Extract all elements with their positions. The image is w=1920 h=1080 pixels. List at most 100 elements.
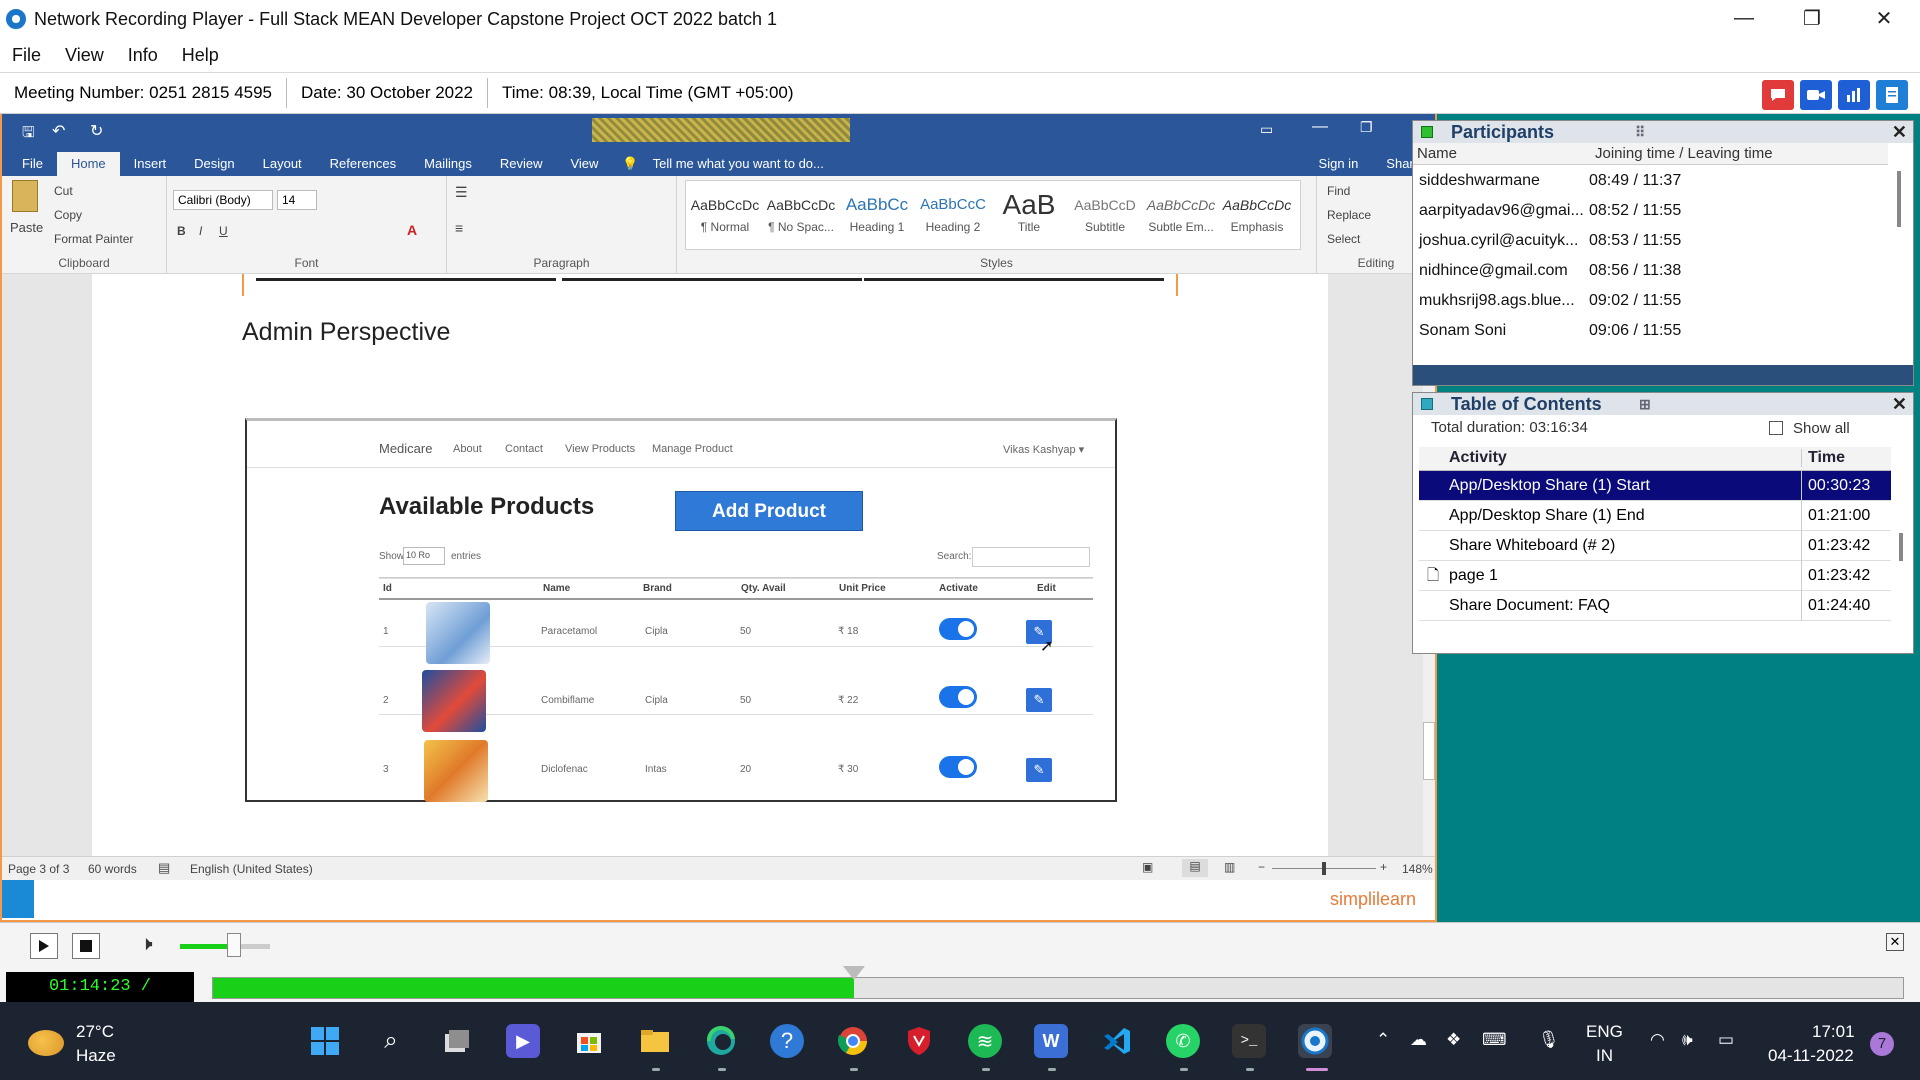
page-count[interactable]: Page 3 of 3 [8,862,69,876]
style-no-spacing[interactable]: AaBbCcDc ¶ No Spac... [763,190,839,248]
tell-me-box[interactable]: Tell me what you want to do... [653,152,838,176]
zoom-level[interactable]: 148% [1402,862,1433,876]
list-item[interactable]: nidhince@gmail.com 08:56 / 11:38 [1419,256,1681,286]
help-icon[interactable]: ? [770,1024,804,1058]
web-layout-icon[interactable]: ▥ [1224,860,1235,874]
word-tab-mailings[interactable]: Mailings [410,152,486,176]
recording-player-icon[interactable] [1298,1024,1332,1058]
play-button[interactable] [30,933,58,959]
zoom-out-icon[interactable]: − [1258,860,1265,874]
clock-time[interactable]: 17:01 [1812,1022,1855,1042]
whatsapp-icon[interactable]: ✆ [1166,1024,1200,1058]
spotify-icon[interactable]: ≋ [968,1024,1002,1058]
bold-button[interactable]: B [177,224,186,238]
language-bottom[interactable]: IN [1596,1046,1613,1066]
show-all-checkbox[interactable] [1769,421,1783,435]
word-count[interactable]: 60 words [88,862,137,876]
list-item[interactable]: aarpityadav96@gmai... 08:52 / 11:55 [1419,196,1681,226]
word-tab-view[interactable]: View [556,152,612,176]
paste-button[interactable]: Paste [10,220,43,235]
style-heading-1[interactable]: AaBbCc Heading 1 [839,190,915,248]
terminal-icon[interactable]: >_ [1232,1024,1266,1058]
word-tab-file[interactable]: File [8,152,57,176]
paste-icon[interactable] [12,180,38,212]
style-subtle-emphasis[interactable]: AaBbCcDc Subtle Em... [1143,190,1219,248]
participants-col-name[interactable]: Name [1417,145,1457,162]
word-tab-layout[interactable]: Layout [249,152,316,176]
toc-options-icon[interactable]: ⊞ [1639,393,1651,415]
weather-icon[interactable] [28,1030,64,1056]
battery-icon[interactable]: ▭ [1718,1030,1734,1050]
doc-scroll-thumb[interactable] [1423,722,1435,780]
search-icon[interactable]: ⌕ [374,1024,408,1058]
volume-slider[interactable] [180,944,270,949]
list-item[interactable]: mukhsrij98.ags.blue... 09:02 / 11:55 [1419,286,1681,316]
store-icon[interactable] [572,1024,606,1058]
show-all-label[interactable]: Show all [1793,420,1850,437]
sign-in-link[interactable]: Sign in [1305,152,1373,176]
print-layout-icon[interactable]: ▤ [1182,859,1208,877]
word-tab-insert[interactable]: Insert [120,152,181,176]
read-mode-icon[interactable]: ▣ [1142,860,1153,874]
participants-col-time[interactable]: Joining time / Leaving time [1595,145,1773,162]
word-restore-icon[interactable]: ❐ [1360,119,1373,136]
replace-button[interactable]: Replace [1327,208,1371,222]
clock-date[interactable]: 04-11-2022 [1768,1046,1854,1066]
chevron-up-icon[interactable]: ⌃ [1376,1030,1390,1050]
zoom-slider-thumb[interactable] [1322,862,1326,875]
italic-button[interactable]: I [199,224,202,238]
weather-desc[interactable]: Haze [76,1046,116,1066]
menu-file[interactable]: File [12,45,41,66]
minimize-button[interactable]: — [1710,0,1778,36]
font-color-button[interactable]: A [407,222,417,238]
toc-col-time[interactable]: Time [1801,449,1845,467]
menu-view[interactable]: View [65,45,104,66]
chat-icon[interactable] [1762,80,1794,110]
start-icon[interactable] [308,1024,342,1058]
align-left-icon[interactable]: ≡ [455,220,463,236]
select-button[interactable]: Select [1327,232,1360,246]
list-item[interactable]: Share Document: FAQ 01:24:40 [1419,591,1891,621]
copy-button[interactable]: Copy [54,208,82,222]
close-icon[interactable]: ✕ [1886,933,1904,951]
teams-chat-icon[interactable]: ▶ [506,1024,540,1058]
style-normal[interactable]: AaBbCcDc ¶ Normal [687,190,763,248]
toc-scrollbar[interactable] [1899,533,1903,561]
word-minimize-icon[interactable]: — [1312,118,1328,136]
file-explorer-icon[interactable] [638,1024,672,1058]
list-item[interactable]: joshua.cyril@acuityk... 08:53 / 11:55 [1419,226,1681,256]
menu-help[interactable]: Help [182,45,219,66]
undo-icon[interactable]: ↶ [52,121,65,141]
list-item[interactable]: 🗋 page 1 01:23:42 [1419,561,1891,591]
volume-icon[interactable]: 🕨 [140,933,153,956]
style-subtitle[interactable]: AaBbCcD Subtitle [1067,190,1143,248]
list-item[interactable]: App/Desktop Share (1) Start 00:30:23 [1419,471,1891,501]
maximize-button[interactable]: ❐ [1778,0,1846,36]
list-item[interactable]: App/Desktop Share (1) End 01:21:00 [1419,501,1891,531]
document-icon[interactable] [1876,80,1908,110]
list-item[interactable]: siddeshwarmane 08:49 / 11:37 [1419,166,1681,196]
proofing-icon[interactable]: ▤ [158,860,170,876]
close-icon[interactable]: ✕ [1892,121,1907,143]
font-name-select[interactable]: Calibri (Body) [173,190,273,210]
list-item[interactable]: Share Whiteboard (# 2) 01:23:42 [1419,531,1891,561]
grip-icon[interactable]: ⠿ [1635,121,1645,143]
word-tab-home[interactable]: Home [56,152,120,176]
toc-col-activity[interactable]: Activity [1449,449,1507,467]
format-painter-button[interactable]: Format Painter [54,232,133,246]
list-item[interactable]: Sonam Soni 09:06 / 11:55 [1419,316,1681,346]
bullets-icon[interactable]: ☰ [455,184,468,201]
save-icon[interactable]: 🖫 [22,122,35,147]
participants-scrollbar[interactable] [1897,171,1901,227]
ribbon-display-icon[interactable]: ▭ [1260,121,1273,138]
vscode-icon[interactable] [1100,1024,1134,1058]
keyboard-icon[interactable]: ⌨ [1482,1030,1507,1050]
microphone-icon[interactable]: 🎙 [1538,1030,1560,1050]
speaker-icon[interactable]: 🕪 [1682,1030,1693,1050]
volume-thumb[interactable] [227,933,241,957]
word-tab-review[interactable]: Review [486,152,557,176]
edge-icon[interactable] [704,1024,738,1058]
weather-temp[interactable]: 27°C [76,1022,114,1042]
video-icon[interactable] [1800,80,1832,110]
style-title[interactable]: AaB Title [991,190,1067,248]
